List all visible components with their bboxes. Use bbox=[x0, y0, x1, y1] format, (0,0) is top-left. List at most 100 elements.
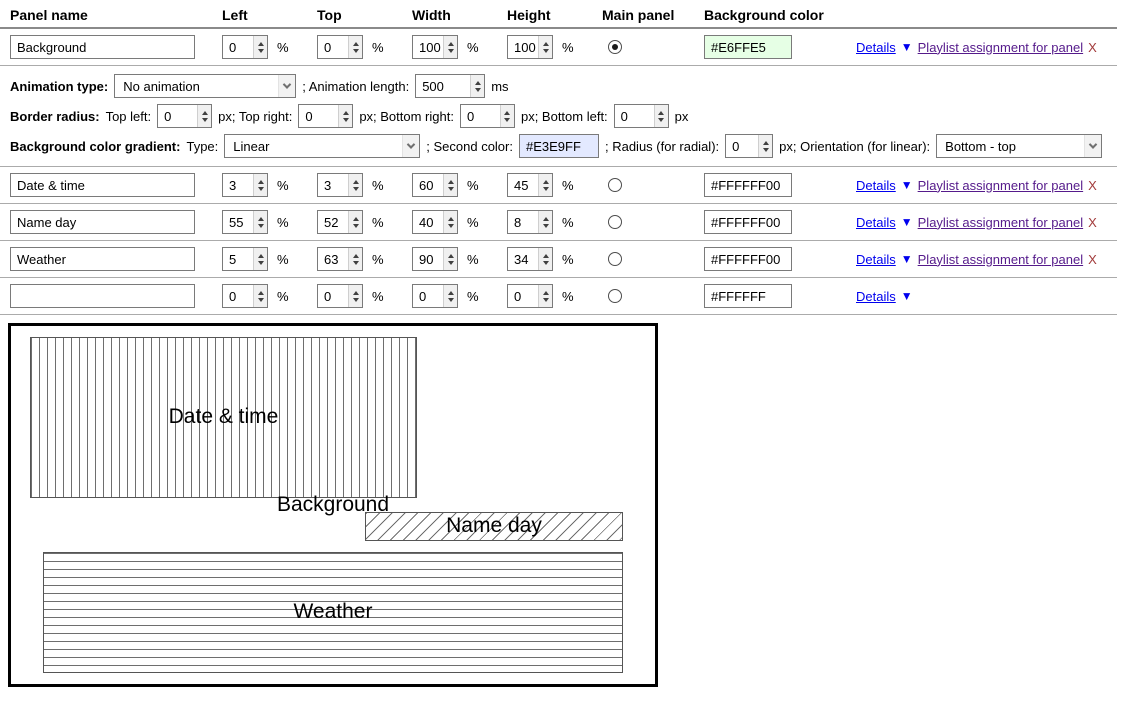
gradient-radius-stepper[interactable]: 0 bbox=[725, 134, 773, 158]
background-color-input[interactable] bbox=[704, 35, 792, 59]
left-stepper[interactable]: 3 bbox=[222, 173, 268, 197]
stepper-buttons-icon[interactable] bbox=[253, 248, 267, 270]
animation-length-label: ; Animation length: bbox=[302, 79, 409, 94]
stepper-buttons-icon[interactable] bbox=[538, 174, 552, 196]
stepper-buttons-icon[interactable] bbox=[538, 285, 552, 307]
stepper-buttons-icon[interactable] bbox=[538, 211, 552, 233]
remove-panel-link[interactable]: X bbox=[1088, 40, 1097, 55]
width-stepper[interactable]: 100 bbox=[412, 35, 458, 59]
stepper-buttons-icon[interactable] bbox=[348, 285, 362, 307]
height-stepper[interactable]: 45 bbox=[507, 173, 553, 197]
stepper-buttons-icon[interactable] bbox=[348, 211, 362, 233]
border-radius-bottom-right-stepper[interactable]: 0 bbox=[460, 104, 515, 128]
background-color-input[interactable] bbox=[704, 284, 792, 308]
stepper-buttons-icon[interactable] bbox=[253, 285, 267, 307]
panel-name-input[interactable] bbox=[10, 210, 195, 234]
panel-name-input[interactable] bbox=[10, 247, 195, 271]
stepper-buttons-icon[interactable] bbox=[443, 36, 457, 58]
remove-panel-link[interactable]: X bbox=[1088, 215, 1097, 230]
width-stepper[interactable]: 90 bbox=[412, 247, 458, 271]
details-link[interactable]: Details bbox=[856, 178, 896, 193]
gradient-row: Background color gradient: Type: Linear … bbox=[10, 131, 1117, 161]
triangle-down-icon[interactable]: ▼ bbox=[901, 252, 913, 266]
animation-length-stepper[interactable]: 500 bbox=[415, 74, 485, 98]
playlist-assignment-link[interactable]: Playlist assignment for panel bbox=[918, 252, 1083, 267]
panel-settings: Animation type: No animation ; Animation… bbox=[0, 66, 1117, 167]
stepper-buttons-icon[interactable] bbox=[654, 105, 668, 127]
stepper-buttons-icon[interactable] bbox=[443, 248, 457, 270]
playlist-assignment-link[interactable]: Playlist assignment for panel bbox=[918, 178, 1083, 193]
main-panel-radio[interactable] bbox=[608, 252, 622, 266]
top-stepper[interactable]: 3 bbox=[317, 173, 363, 197]
second-color-input[interactable] bbox=[519, 134, 599, 158]
stepper-buttons-icon[interactable] bbox=[348, 248, 362, 270]
details-link[interactable]: Details bbox=[856, 252, 896, 267]
top-stepper[interactable]: 52 bbox=[317, 210, 363, 234]
stepper-buttons-icon[interactable] bbox=[538, 36, 552, 58]
details-link[interactable]: Details bbox=[856, 215, 896, 230]
width-stepper[interactable]: 0 bbox=[412, 284, 458, 308]
animation-type-select[interactable]: No animation bbox=[114, 74, 296, 98]
border-radius-bottom-left-stepper[interactable]: 0 bbox=[614, 104, 669, 128]
preview-panel-label: Weather bbox=[293, 600, 372, 624]
stepper-buttons-icon[interactable] bbox=[348, 174, 362, 196]
stepper-buttons-icon[interactable] bbox=[338, 105, 352, 127]
height-stepper[interactable]: 8 bbox=[507, 210, 553, 234]
background-color-input[interactable] bbox=[704, 247, 792, 271]
width-stepper[interactable]: 40 bbox=[412, 210, 458, 234]
remove-panel-link[interactable]: X bbox=[1088, 178, 1097, 193]
col-header-width: Width bbox=[412, 7, 507, 23]
stepper-buttons-icon[interactable] bbox=[253, 211, 267, 233]
playlist-assignment-link[interactable]: Playlist assignment for panel bbox=[918, 40, 1083, 55]
width-stepper[interactable]: 60 bbox=[412, 173, 458, 197]
stepper-buttons-icon[interactable] bbox=[443, 285, 457, 307]
triangle-down-icon[interactable]: ▼ bbox=[901, 289, 913, 303]
playlist-assignment-link[interactable]: Playlist assignment for panel bbox=[918, 215, 1083, 230]
left-stepper[interactable]: 5 bbox=[222, 247, 268, 271]
details-link[interactable]: Details bbox=[856, 40, 896, 55]
height-stepper[interactable]: 0 bbox=[507, 284, 553, 308]
background-color-input[interactable] bbox=[704, 210, 792, 234]
left-stepper[interactable]: 55 bbox=[222, 210, 268, 234]
stepper-buttons-icon[interactable] bbox=[348, 36, 362, 58]
preview-panel-name-day: Name day bbox=[365, 512, 623, 541]
triangle-down-icon[interactable]: ▼ bbox=[901, 178, 913, 192]
main-panel-radio[interactable] bbox=[608, 40, 622, 54]
main-panel-radio[interactable] bbox=[608, 215, 622, 229]
stepper-buttons-icon[interactable] bbox=[443, 174, 457, 196]
background-color-input[interactable] bbox=[704, 173, 792, 197]
remove-panel-link[interactable]: X bbox=[1088, 252, 1097, 267]
chevron-down-icon bbox=[402, 135, 419, 157]
stepper-buttons-icon[interactable] bbox=[197, 105, 211, 127]
left-stepper[interactable]: 0 bbox=[222, 35, 268, 59]
panel-row-name-day: 55% 52% 40% 8% Details▼ Playlist assignm… bbox=[0, 204, 1117, 241]
orientation-select[interactable]: Bottom - top bbox=[936, 134, 1102, 158]
col-header-background-color: Background color bbox=[704, 7, 856, 23]
stepper-buttons-icon[interactable] bbox=[538, 248, 552, 270]
height-stepper[interactable]: 100 bbox=[507, 35, 553, 59]
panel-row-background: 0% 0% 100% 100% Details▼ Playlist assign… bbox=[0, 29, 1117, 66]
stepper-buttons-icon[interactable] bbox=[470, 75, 484, 97]
top-stepper[interactable]: 0 bbox=[317, 284, 363, 308]
details-link[interactable]: Details bbox=[856, 289, 896, 304]
top-stepper[interactable]: 63 bbox=[317, 247, 363, 271]
triangle-down-icon[interactable]: ▼ bbox=[901, 215, 913, 229]
top-stepper[interactable]: 0 bbox=[317, 35, 363, 59]
panel-name-input[interactable] bbox=[10, 173, 195, 197]
main-panel-radio[interactable] bbox=[608, 178, 622, 192]
height-stepper[interactable]: 34 bbox=[507, 247, 553, 271]
border-radius-top-left-stepper[interactable]: 0 bbox=[157, 104, 212, 128]
panel-name-input[interactable] bbox=[10, 35, 195, 59]
stepper-buttons-icon[interactable] bbox=[500, 105, 514, 127]
left-stepper[interactable]: 0 bbox=[222, 284, 268, 308]
stepper-buttons-icon[interactable] bbox=[443, 211, 457, 233]
col-header-height: Height bbox=[507, 7, 602, 23]
panel-name-input[interactable] bbox=[10, 284, 195, 308]
stepper-buttons-icon[interactable] bbox=[253, 174, 267, 196]
main-panel-radio[interactable] bbox=[608, 289, 622, 303]
gradient-type-select[interactable]: Linear bbox=[224, 134, 420, 158]
triangle-down-icon[interactable]: ▼ bbox=[901, 40, 913, 54]
stepper-buttons-icon[interactable] bbox=[253, 36, 267, 58]
stepper-buttons-icon[interactable] bbox=[758, 135, 772, 157]
border-radius-top-right-stepper[interactable]: 0 bbox=[298, 104, 353, 128]
